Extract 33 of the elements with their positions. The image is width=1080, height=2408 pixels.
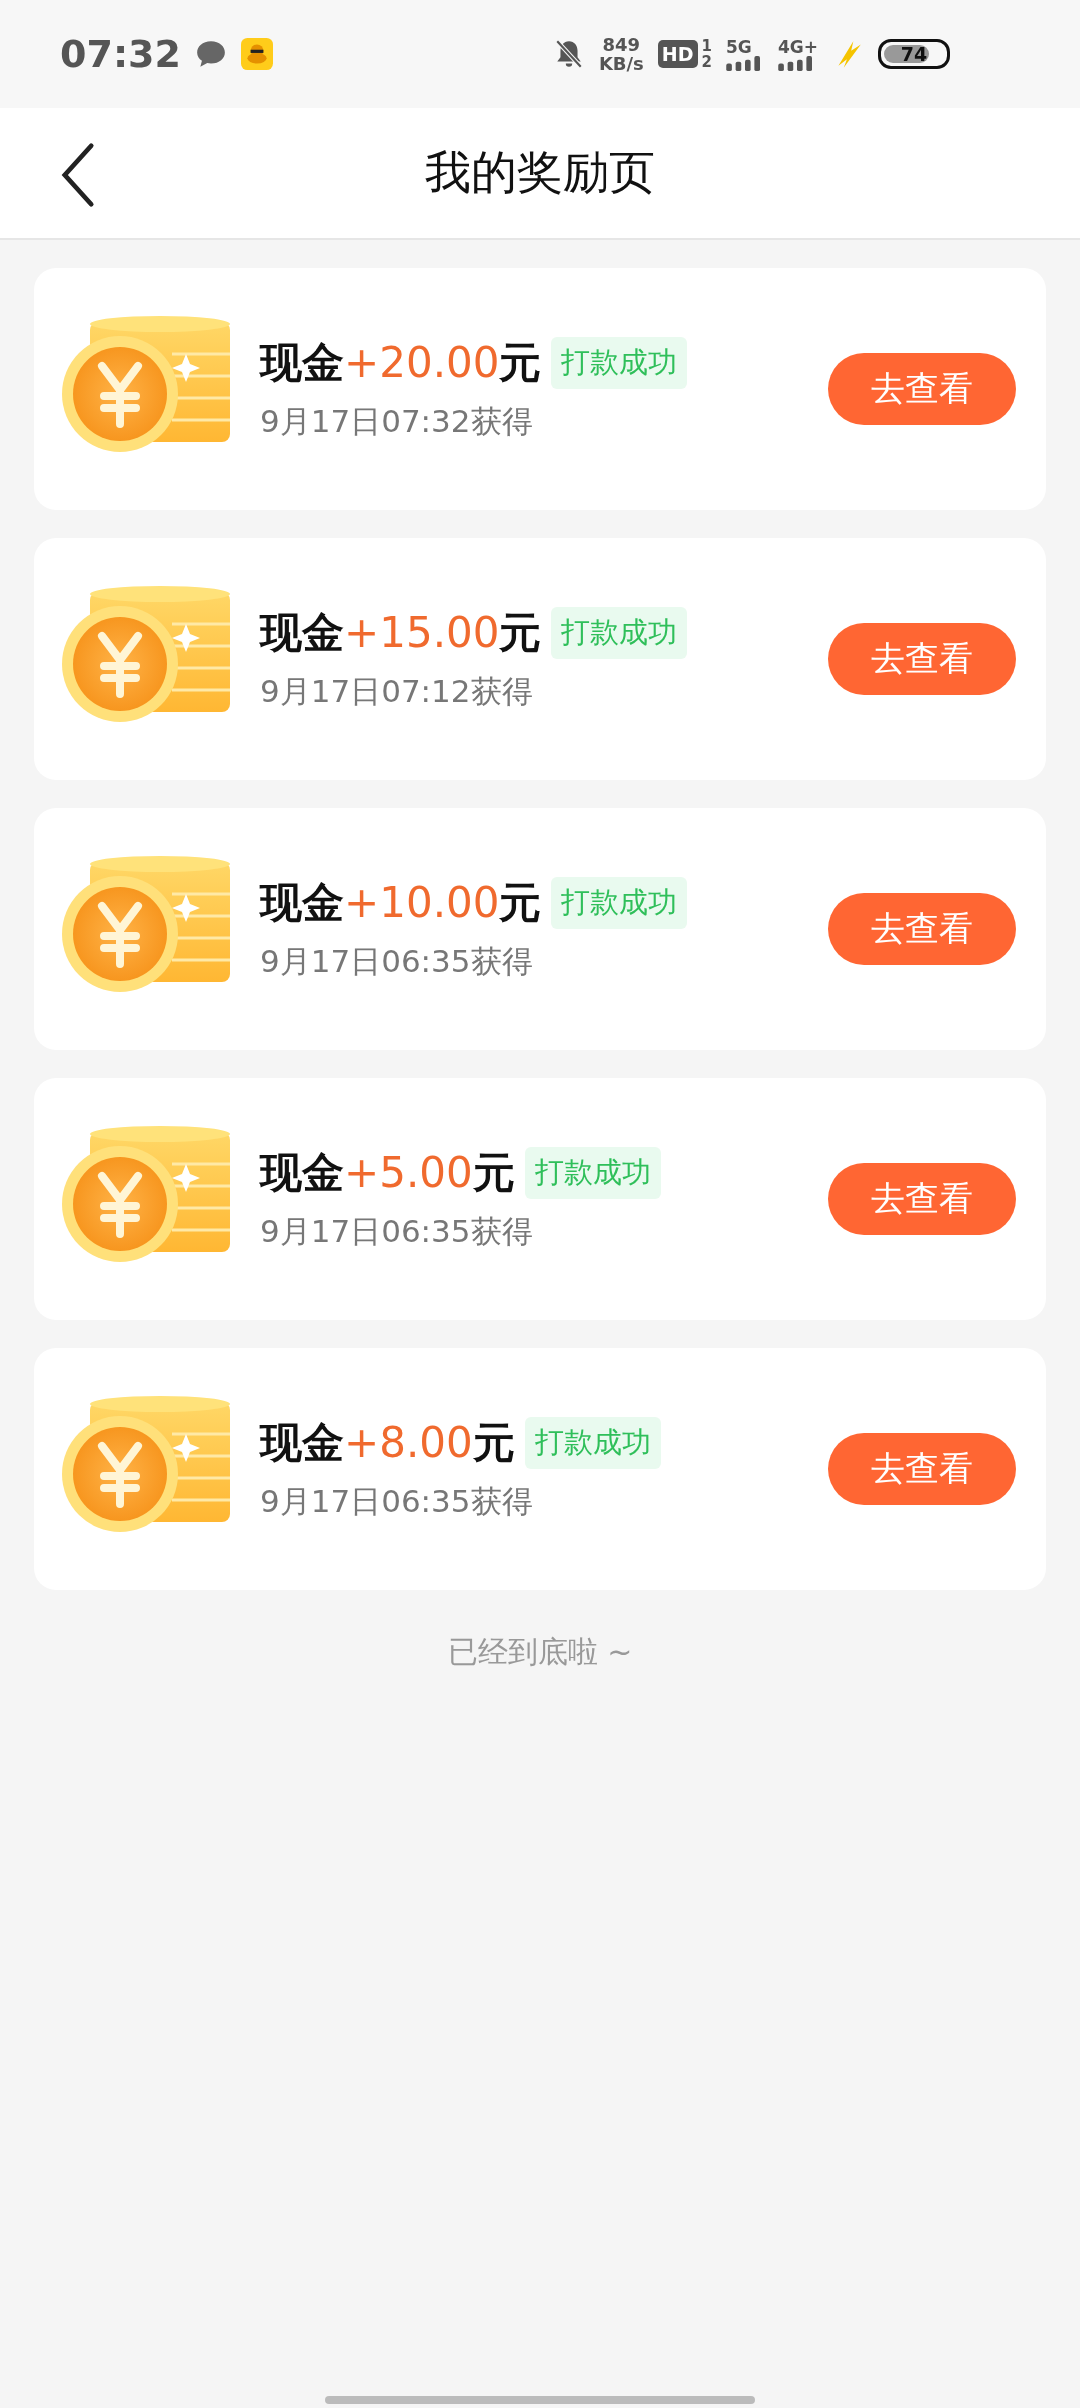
view-button[interactable]: 去查看 [828, 623, 1016, 695]
page-title: 我的奖励页 [425, 144, 655, 201]
battery-icon: 74 [878, 39, 950, 69]
status-tag: 打款成功 [551, 877, 688, 929]
end-of-list-text: 已经到底啦 ~ [446, 1633, 634, 1671]
network-speed: 849 [602, 35, 641, 54]
clock: 07:32 [60, 32, 181, 76]
reward-time: 9月17日07:12获得 [260, 672, 534, 711]
reward-time: 9月17日06:35获得 [260, 942, 534, 981]
network-type: 4G+ [777, 37, 818, 56]
sim-number: 2 [701, 54, 712, 70]
reward-title: 现金+15.00元 [260, 607, 542, 659]
chat-bubble-icon [194, 38, 227, 70]
view-button[interactable]: 去查看 [828, 1163, 1016, 1235]
network-type: 5G [725, 37, 752, 56]
reward-title: 现金+20.00元 [260, 337, 542, 389]
view-button[interactable]: 去查看 [828, 353, 1016, 425]
status-tag: 打款成功 [551, 607, 688, 659]
speed-unit: KB/s [598, 54, 644, 73]
app-icon [240, 38, 273, 70]
reward-time: 9月17日07:32获得 [260, 402, 534, 441]
reward-title: 现金+10.00元 [260, 877, 542, 929]
hd-badge: HD [657, 40, 698, 68]
status-tag: 打款成功 [524, 1417, 661, 1469]
status-tag: 打款成功 [551, 337, 688, 389]
view-button[interactable]: 去查看 [828, 893, 1016, 965]
reward-title: 现金+5.00元 [260, 1147, 515, 1199]
reward-time: 9月17日06:35获得 [260, 1482, 534, 1521]
view-button[interactable]: 去查看 [828, 1433, 1016, 1505]
reward-time: 9月17日06:35获得 [260, 1212, 534, 1251]
reward-title: 现金+8.00元 [260, 1417, 515, 1469]
status-tag: 打款成功 [524, 1147, 661, 1199]
sim-number: 1 [701, 38, 712, 54]
